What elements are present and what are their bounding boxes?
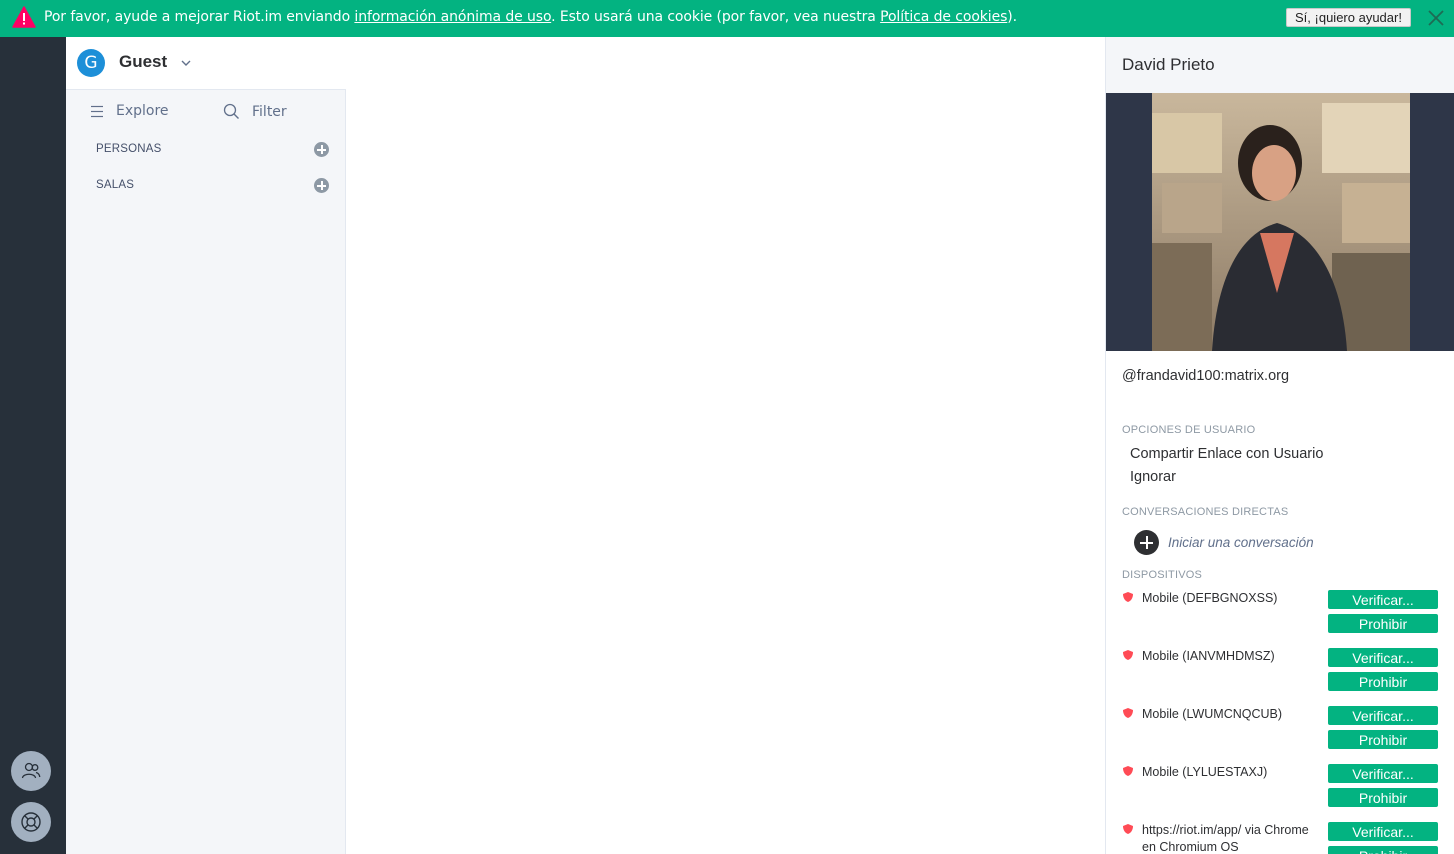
verify-device-button[interactable]: Verificar... xyxy=(1328,822,1438,841)
avatar: G xyxy=(77,49,105,77)
banner-text-after: ). xyxy=(1007,9,1018,25)
device-name: Mobile (DEFBGNOXSS) xyxy=(1142,591,1278,605)
help-lifebuoy-icon xyxy=(21,812,41,832)
shield-warning-icon xyxy=(1123,592,1133,602)
device-row: Mobile (LYLUESTAXJ) Verificar... Prohibi… xyxy=(1122,764,1442,820)
direct-chats-title: CONVERSACIONES DIRECTAS xyxy=(1122,506,1289,518)
block-device-button[interactable]: Prohibir xyxy=(1328,730,1438,749)
help-button[interactable] xyxy=(11,802,51,842)
verify-device-button[interactable]: Verificar... xyxy=(1328,706,1438,725)
device-name: Mobile (LWUMCNQCUB) xyxy=(1142,707,1283,721)
device-row: Mobile (IANVMHDMSZ) Verificar... Prohibi… xyxy=(1122,648,1442,704)
ignore-user-button[interactable]: Ignorar xyxy=(1130,469,1176,485)
verify-device-button[interactable]: Verificar... xyxy=(1328,590,1438,609)
usage-info-link[interactable]: información anónima de uso xyxy=(354,9,551,25)
chevron-down-icon xyxy=(181,60,191,66)
device-row: Mobile (LWUMCNQCUB) Verificar... Prohibi… xyxy=(1122,706,1442,762)
plus-circle-icon xyxy=(1134,530,1159,555)
user-info-header: David Prieto xyxy=(1106,37,1454,93)
user-info-panel: David Prieto @frandavid100:matrix.org OP… xyxy=(1105,37,1454,854)
explore-label: Explore xyxy=(116,103,169,119)
banner-message: Por favor, ayude a mejorar Riot.im envia… xyxy=(44,9,1017,25)
room-list-panel: G Guest Explore Filter PERSONAS SALAS xyxy=(66,37,346,854)
device-name: Mobile (LYLUESTAXJ) xyxy=(1142,765,1268,779)
start-chat-button[interactable]: Iniciar una conversación xyxy=(1134,530,1314,555)
user-matrix-id: @frandavid100:matrix.org xyxy=(1122,368,1290,384)
block-device-button[interactable]: Prohibir xyxy=(1328,846,1438,854)
device-row: Mobile (DEFBGNOXSS) Verificar... Prohibi… xyxy=(1122,590,1442,646)
people-button[interactable] xyxy=(11,751,51,791)
verify-device-button[interactable]: Verificar... xyxy=(1328,648,1438,667)
section-people-label[interactable]: PERSONAS xyxy=(96,143,162,155)
device-name: https://riot.im/app/ via Chrome en Chrom… xyxy=(1142,823,1309,854)
devices-title: DISPOSITIVOS xyxy=(1122,569,1203,581)
user-menu[interactable]: G Guest xyxy=(66,37,346,90)
main-content xyxy=(347,37,1105,854)
filter-input[interactable]: Filter xyxy=(223,103,287,120)
shield-warning-icon xyxy=(1123,766,1133,776)
device-name: Mobile (IANVMHDMSZ) xyxy=(1142,649,1275,663)
block-device-button[interactable]: Prohibir xyxy=(1328,788,1438,807)
menu-icon xyxy=(91,105,103,117)
banner-text-middle: . Esto usará una cookie (por favor, vea … xyxy=(551,9,881,25)
start-chat-label: Iniciar una conversación xyxy=(1168,535,1314,550)
filter-placeholder: Filter xyxy=(252,103,287,120)
device-row: https://riot.im/app/ via Chrome en Chrom… xyxy=(1122,822,1442,854)
shield-warning-icon xyxy=(1123,708,1133,718)
user-avatar-container xyxy=(1106,93,1454,351)
search-icon xyxy=(223,103,239,119)
user-display-name: David Prieto xyxy=(1122,55,1215,74)
user-avatar-photo[interactable] xyxy=(1152,93,1410,351)
shield-warning-icon xyxy=(1123,824,1133,834)
left-panel xyxy=(0,37,66,854)
warning-icon xyxy=(12,6,36,28)
block-device-button[interactable]: Prohibir xyxy=(1328,614,1438,633)
banner-text-before: Por favor, ayude a mejorar Riot.im envia… xyxy=(44,9,355,25)
share-user-link-button[interactable]: Compartir Enlace con Usuario xyxy=(1130,446,1323,462)
accept-analytics-button[interactable]: Sí, ¡quiero ayudar! xyxy=(1286,8,1411,27)
close-icon[interactable] xyxy=(1426,8,1446,28)
add-room-button[interactable] xyxy=(314,178,329,193)
people-icon xyxy=(21,762,41,779)
username: Guest xyxy=(119,52,168,71)
cookie-policy-link[interactable]: Política de cookies xyxy=(880,9,1007,25)
section-rooms-label[interactable]: SALAS xyxy=(96,179,134,191)
verify-device-button[interactable]: Verificar... xyxy=(1328,764,1438,783)
analytics-banner: Por favor, ayude a mejorar Riot.im envia… xyxy=(0,0,1454,37)
shield-warning-icon xyxy=(1123,650,1133,660)
explore-button[interactable]: Explore xyxy=(90,103,169,119)
block-device-button[interactable]: Prohibir xyxy=(1328,672,1438,691)
add-person-button[interactable] xyxy=(314,142,329,157)
user-options-title: OPCIONES DE USUARIO xyxy=(1122,424,1256,436)
